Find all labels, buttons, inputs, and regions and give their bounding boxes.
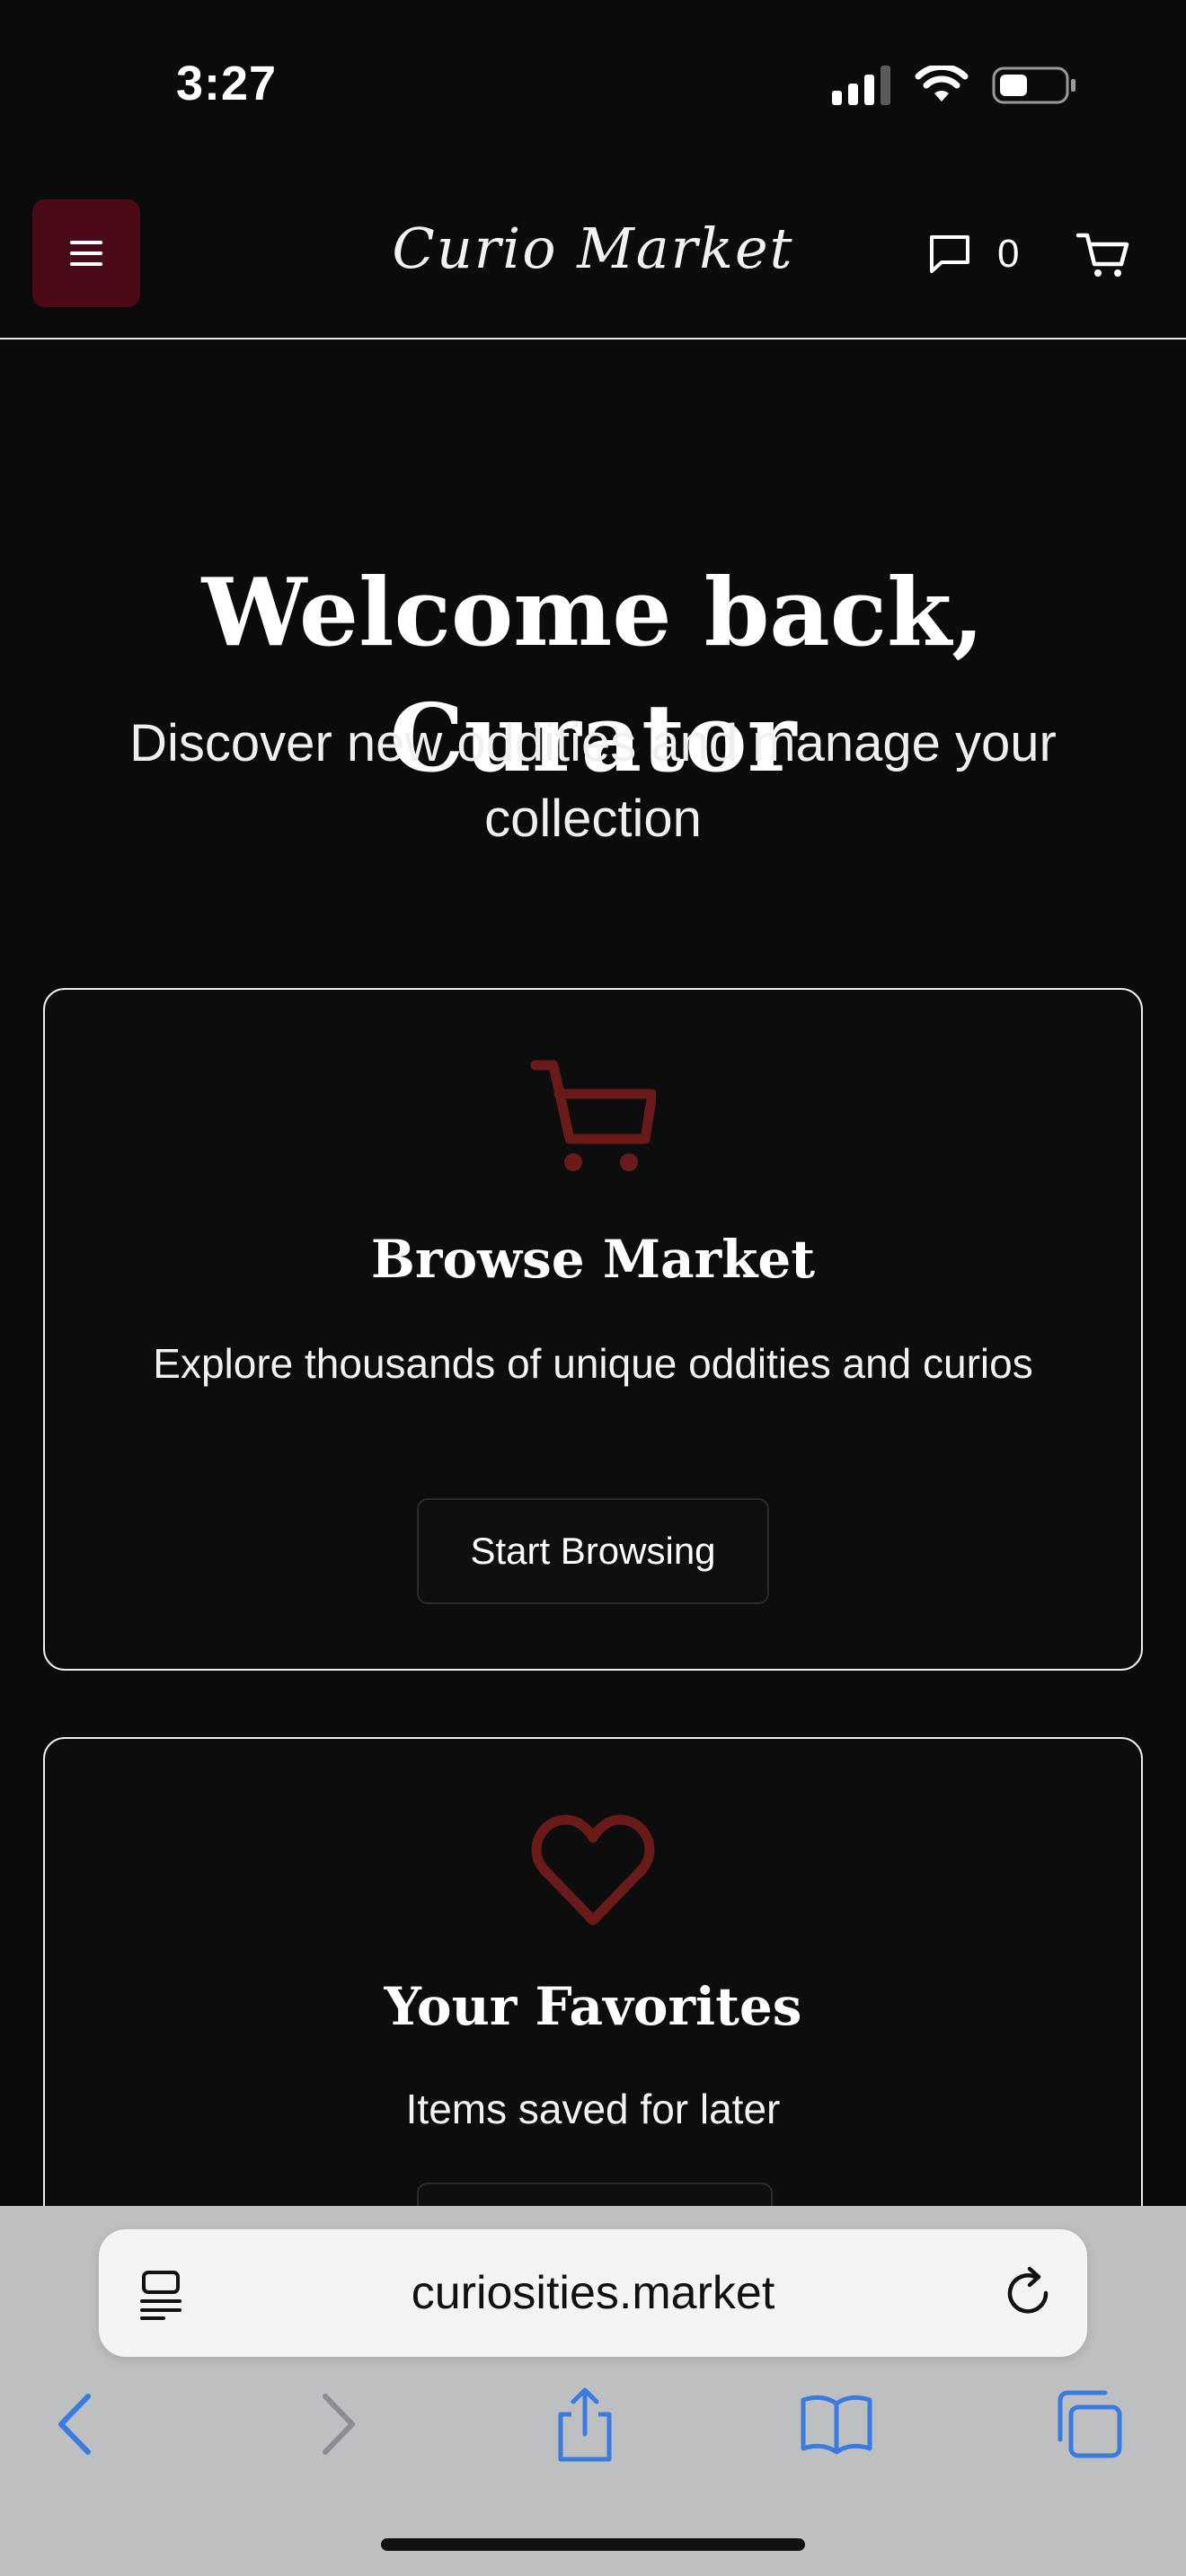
bookmarks-icon — [801, 2395, 872, 2455]
cart-icon — [530, 1060, 656, 1171]
forward-button[interactable] — [296, 2384, 377, 2465]
site-logo[interactable]: Curio Market — [323, 216, 863, 281]
cellular-signal-icon — [832, 66, 890, 105]
card-title: Browse Market — [370, 1229, 816, 1290]
messages-count: 0 — [997, 232, 1020, 276]
address-bar[interactable]: curiosities.market — [99, 2229, 1087, 2357]
url-text[interactable]: curiosities.market — [99, 2229, 1087, 2357]
cart-icon — [1075, 233, 1129, 277]
browser-toolbar: curiosities.market — [0, 2206, 1186, 2576]
card-description: Explore thousands of unique oddities and… — [153, 1340, 1033, 1387]
card-title: Your Favorites — [384, 1976, 802, 2037]
back-button[interactable] — [36, 2384, 117, 2465]
site-header: Curio Market 0 — [0, 171, 1186, 340]
card-description: Items saved for later — [405, 2086, 781, 2132]
wifi-icon — [915, 66, 969, 101]
battery-icon — [992, 66, 1075, 104]
back-icon — [58, 2394, 91, 2455]
tabs-icon — [1058, 2390, 1122, 2458]
page-subtitle: Discover new oddities and manage your co… — [129, 714, 1057, 848]
bookmarks-button[interactable] — [796, 2384, 877, 2465]
status-time: 3:27 — [176, 57, 278, 110]
messages-button[interactable]: 0 — [927, 223, 1019, 286]
start-browsing-button[interactable]: Start Browsing — [417, 1498, 769, 1604]
heart-icon — [531, 1814, 655, 1926]
browse-market-card[interactable]: Browse Market Explore thousands of uniqu… — [43, 988, 1143, 1671]
status-icons — [832, 65, 1078, 106]
status-bar: 3:27 — [0, 0, 1186, 171]
hamburger-icon — [70, 241, 102, 266]
share-button[interactable] — [544, 2384, 625, 2465]
chat-bubble-icon — [930, 235, 969, 273]
menu-button[interactable] — [32, 199, 140, 307]
cart-button[interactable] — [1073, 223, 1136, 286]
home-indicator[interactable] — [381, 2538, 805, 2551]
forward-icon — [323, 2394, 355, 2455]
reload-icon[interactable] — [1001, 2265, 1057, 2321]
share-icon — [558, 2387, 612, 2462]
favorites-card[interactable]: Your Favorites Items saved for later — [43, 1737, 1143, 2292]
tabs-button[interactable] — [1048, 2384, 1128, 2465]
